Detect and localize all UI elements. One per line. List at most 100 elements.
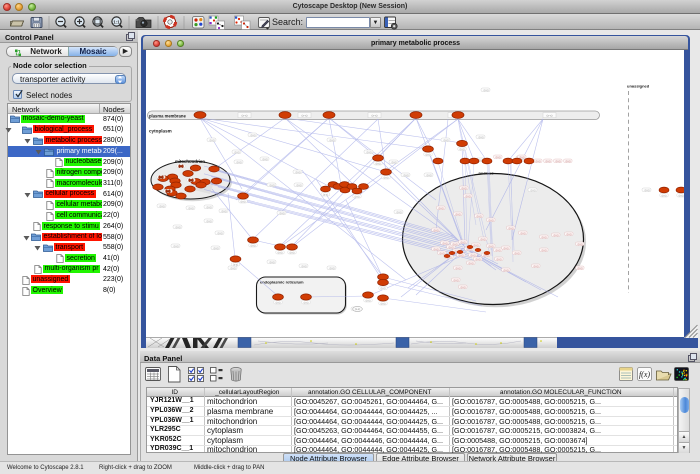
svg-text:(x-x): (x-x) [547, 114, 553, 118]
svg-text:(x-x): (x-x) [355, 195, 360, 198]
svg-text:(x-x): (x-x) [280, 212, 285, 215]
svg-text:(x-x): (x-x) [645, 189, 650, 192]
svg-text:(x-x): (x-x) [222, 210, 227, 213]
svg-text:(x-x): (x-x) [270, 261, 275, 264]
svg-text:(x-x): (x-x) [278, 251, 283, 254]
svg-text:(x-x): (x-x) [207, 220, 212, 223]
svg-text:(x-x): (x-x) [296, 171, 301, 174]
svg-text:(x-x): (x-x) [427, 174, 432, 177]
svg-text:(x-x): (x-x) [366, 299, 371, 302]
svg-text:(x-x): (x-x) [304, 301, 309, 304]
svg-text:(x-x): (x-x) [426, 153, 431, 156]
svg-text:plasma membrane: plasma membrane [149, 113, 186, 118]
svg-text:(x-x): (x-x) [376, 162, 381, 165]
svg-text:(x-x): (x-x) [567, 233, 572, 236]
svg-text:(x-x): (x-x) [263, 158, 268, 161]
svg-text:(x-x): (x-x) [542, 236, 547, 239]
svg-text:(x-x): (x-x) [461, 241, 466, 244]
svg-text:(x-x): (x-x) [504, 247, 509, 250]
svg-text:Search:: Search: [272, 17, 303, 27]
svg-text:(x-x): (x-x) [355, 307, 360, 311]
svg-text:(x-x): (x-x) [521, 232, 526, 235]
svg-text:(x-x): (x-x) [556, 160, 561, 163]
svg-text:(x-x): (x-x) [662, 194, 667, 197]
svg-text:(x-x): (x-x) [497, 258, 502, 261]
svg-text:(x-x): (x-x) [679, 194, 684, 197]
svg-text:(x-x): (x-x) [489, 245, 494, 248]
svg-text:(x-x): (x-x) [302, 265, 307, 268]
svg-text:cytoplasm: cytoplasm [149, 129, 172, 134]
svg-text:(x-x): (x-x) [397, 211, 402, 214]
svg-text:(x-x): (x-x) [434, 229, 439, 232]
svg-text:endoplasmic reticulum: endoplasmic reticulum [260, 280, 304, 285]
svg-text:(x-x): (x-x) [456, 213, 461, 216]
svg-text:(x-x): (x-x) [469, 262, 474, 265]
svg-text:(x-x): (x-x) [474, 244, 479, 247]
svg-text:(x-x): (x-x) [460, 148, 465, 151]
svg-text:(x-x): (x-x) [330, 139, 335, 142]
svg-text:(x-x): (x-x) [454, 279, 459, 282]
svg-text:(x-x): (x-x) [440, 252, 445, 255]
svg-text:(x-x): (x-x) [489, 219, 494, 222]
svg-text:(x-x): (x-x) [189, 179, 194, 182]
svg-text:nucleus: nucleus [478, 171, 494, 176]
svg-text:(x-x): (x-x) [381, 302, 386, 305]
svg-text:unassigned: unassigned [627, 84, 650, 89]
svg-text:(x-x): (x-x) [392, 161, 397, 164]
svg-text:(x-x): (x-x) [207, 206, 212, 209]
svg-text:(x-x): (x-x) [237, 161, 242, 164]
svg-text:(x-x): (x-x) [179, 165, 184, 168]
svg-text:(x-x): (x-x) [477, 215, 482, 218]
svg-text:(x-x): (x-x) [270, 184, 275, 187]
svg-text:f(x): f(x) [639, 370, 650, 379]
svg-text:(x-x): (x-x) [290, 251, 295, 254]
svg-text:(x-x): (x-x) [476, 258, 481, 261]
svg-text:(x-x): (x-x) [384, 176, 389, 179]
svg-text:(x-x): (x-x) [218, 232, 223, 235]
svg-text:(x-x): (x-x) [166, 190, 171, 193]
svg-text:(x-x): (x-x) [235, 151, 240, 154]
svg-text:(x-x): (x-x) [444, 139, 449, 142]
svg-text:(x-x): (x-x) [466, 195, 471, 198]
svg-text:(x-x): (x-x) [189, 207, 194, 210]
svg-text:(x-x): (x-x) [276, 301, 281, 304]
svg-text:(x-x): (x-x) [509, 227, 514, 230]
svg-text:(x-x): (x-x) [578, 267, 583, 270]
svg-text:(x-x): (x-x) [367, 151, 372, 154]
svg-text:(x-x): (x-x) [231, 267, 236, 270]
svg-text:(x-x): (x-x) [481, 238, 486, 241]
svg-text:(x-x): (x-x) [233, 263, 238, 266]
svg-text:(x-x): (x-x) [456, 267, 461, 270]
svg-text:(x-x): (x-x) [566, 160, 571, 163]
svg-text:(x-x): (x-x) [242, 114, 248, 118]
svg-text:(x-x): (x-x) [531, 189, 536, 192]
svg-text:(x-x): (x-x) [554, 234, 559, 237]
svg-text:(x-x): (x-x) [434, 248, 439, 251]
svg-text:(x-x): (x-x) [159, 176, 164, 179]
svg-text:(x-x): (x-x) [330, 267, 335, 270]
svg-text:(x-x): (x-x) [176, 226, 181, 229]
svg-text:(x-x): (x-x) [515, 252, 520, 255]
svg-text:(x-x): (x-x) [297, 184, 302, 187]
svg-text:(x-x): (x-x) [534, 265, 539, 268]
svg-text:(x-x): (x-x) [536, 160, 541, 163]
svg-text:(x-x): (x-x) [459, 254, 464, 257]
svg-text:(x-x): (x-x) [462, 187, 467, 190]
svg-text:(x-x): (x-x) [210, 139, 215, 142]
svg-text:(x-x): (x-x) [404, 174, 409, 177]
svg-text:(x-x): (x-x) [174, 245, 179, 248]
svg-text:(x-x): (x-x) [241, 200, 246, 203]
svg-text:(x-x): (x-x) [496, 156, 501, 159]
svg-text:(x-x): (x-x) [504, 269, 509, 272]
svg-text:(x-x): (x-x) [479, 136, 484, 139]
svg-text:(x-x): (x-x) [372, 114, 378, 118]
svg-text:(x-x): (x-x) [542, 249, 547, 252]
svg-text:(x-x): (x-x) [251, 134, 256, 137]
svg-text:(x-x): (x-x) [546, 160, 551, 163]
svg-text:(x-x): (x-x) [214, 247, 219, 250]
svg-text:(x-x): (x-x) [439, 207, 444, 210]
svg-text:(x-x): (x-x) [251, 244, 256, 247]
svg-text:mitochondrion: mitochondrion [175, 159, 205, 164]
svg-text:(x-x): (x-x) [471, 254, 476, 257]
svg-text:1:1: 1:1 [113, 20, 120, 25]
